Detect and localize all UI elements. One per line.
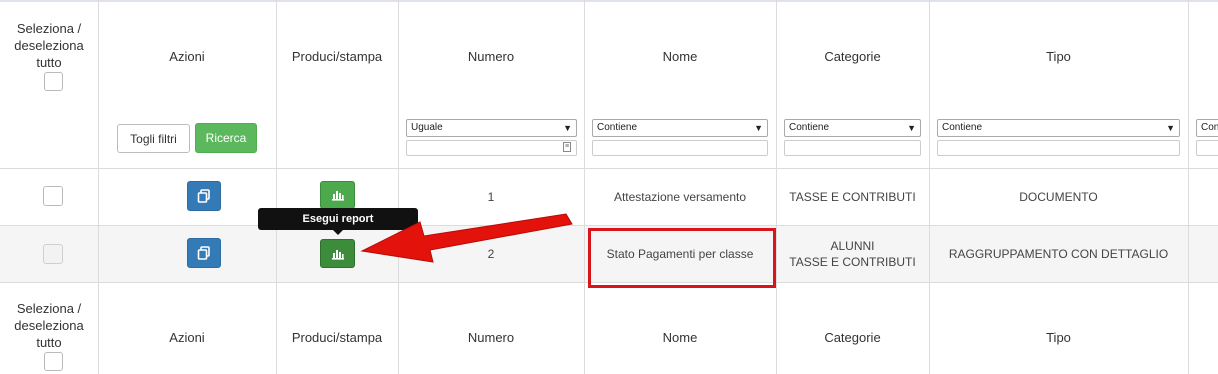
footer-categories[interactable]: Categorie xyxy=(776,327,929,347)
select-all-label-3: tutto xyxy=(36,335,62,350)
select-all-label-1: Seleziona / xyxy=(16,301,82,316)
footer-number[interactable]: Numero xyxy=(398,327,584,347)
footer-type[interactable]: Tipo xyxy=(929,327,1188,347)
footer-produce[interactable]: Produci/stampa xyxy=(276,327,398,347)
footer-name[interactable]: Nome xyxy=(584,327,776,347)
select-all-footer: Seleziona / deseleziona tutto xyxy=(0,300,98,351)
select-all-label-2: deseleziona xyxy=(14,318,84,333)
select-all-checkbox[interactable] xyxy=(44,352,63,371)
footer-actions[interactable]: Azioni xyxy=(98,327,276,347)
annotation-arrow xyxy=(360,213,573,263)
